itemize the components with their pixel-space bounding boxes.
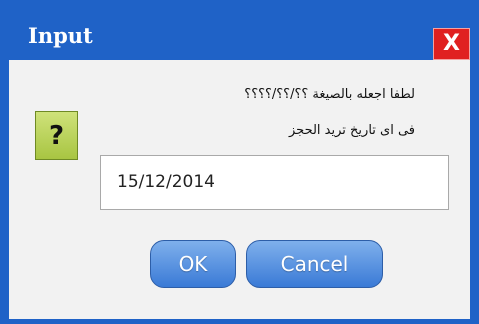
cancel-button[interactable]: Cancel (246, 240, 383, 288)
close-button[interactable]: X (433, 28, 470, 60)
date-input[interactable]: 15/12/2014 (100, 155, 449, 210)
message-prompt: فى اى تاريخ تريد الحجز (289, 123, 415, 138)
dialog-content: ? لطفا اجعله بالصيغة ؟؟/؟؟/؟؟؟؟ فى اى تا… (9, 60, 470, 319)
close-icon: X (443, 31, 460, 56)
title-bar[interactable]: Input X (0, 0, 479, 60)
ok-button[interactable]: OK (150, 240, 236, 288)
input-dialog: Input X ? لطفا اجعله بالصيغة ؟؟/؟؟/؟؟؟؟ … (0, 0, 479, 324)
dialog-title: Input (28, 23, 93, 48)
message-format-hint: لطفا اجعله بالصيغة ؟؟/؟؟/؟؟؟؟ (244, 87, 415, 102)
question-glyph: ? (48, 120, 65, 151)
question-icon: ? (35, 111, 78, 160)
